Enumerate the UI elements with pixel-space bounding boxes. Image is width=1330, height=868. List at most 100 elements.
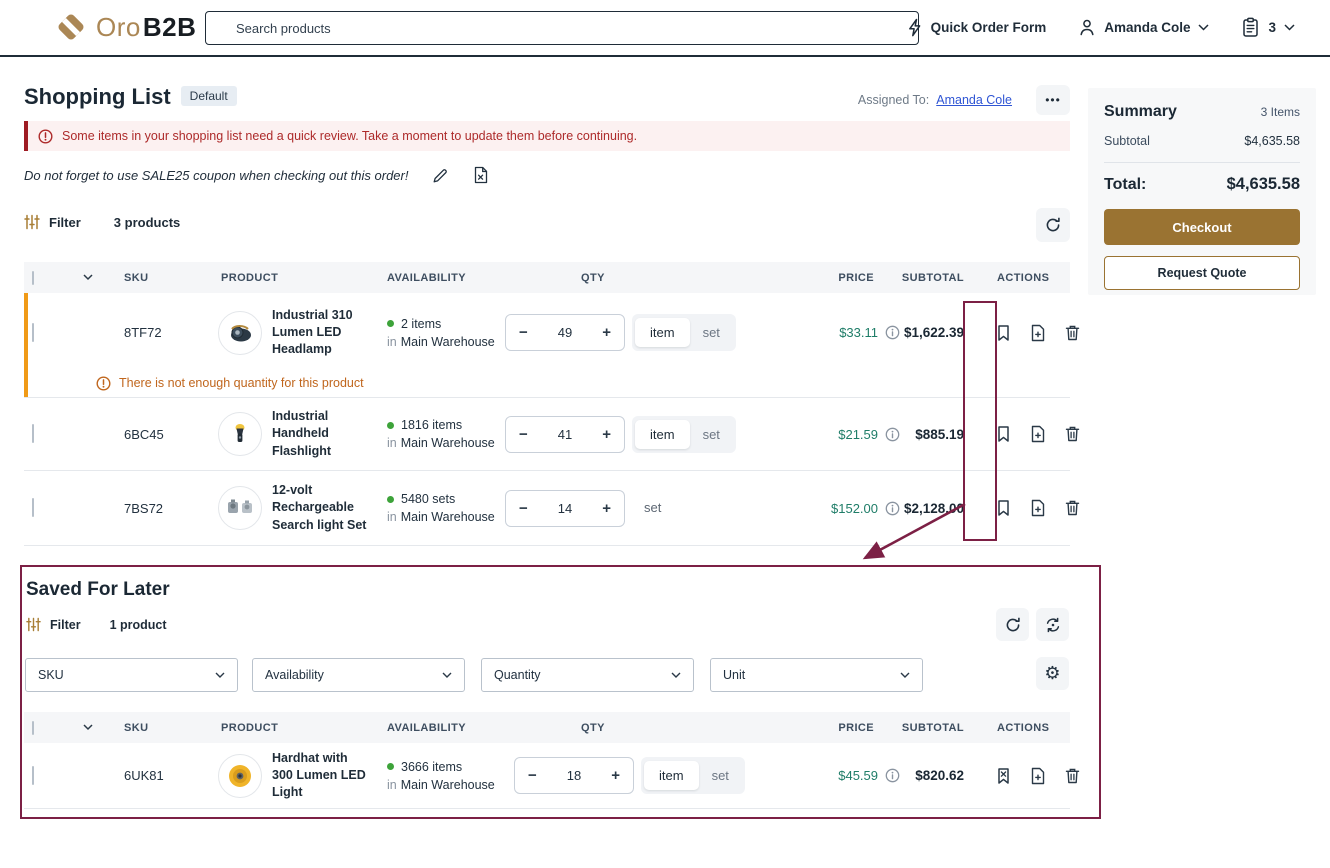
quantity-stepper: − 49 + [505,314,625,351]
chevron-down-icon [1284,24,1295,31]
remove-note-file-x-icon[interactable] [473,166,489,184]
cart-count: 3 [1268,20,1276,35]
qty-value[interactable]: 49 [558,325,572,340]
qty-value[interactable]: 41 [558,427,572,442]
price-info-icon[interactable] [885,427,900,442]
filter-button[interactable]: Filter [50,618,81,632]
gear-icon[interactable]: ⚙ [1036,657,1069,690]
brand-logo[interactable]: OroB2B [55,11,196,43]
account-menu[interactable]: Amanda Cole [1078,18,1209,37]
row-checkbox[interactable] [32,766,34,785]
summary-items-count: 3 Items [1261,105,1300,119]
table-row: 7BS72 12-volt Rechargeable Search light … [24,471,1070,546]
summary-total-value: $4,635.58 [1227,175,1300,194]
error-circle-icon [38,129,53,144]
edit-pencil-icon[interactable] [432,167,449,184]
qty-minus-button[interactable]: − [519,501,528,516]
unit-item-option[interactable]: item [635,318,690,347]
product-name[interactable]: Industrial Handheld Flashlight [272,408,369,460]
product-name[interactable]: 12-volt Rechargeable Search light Set [272,482,369,534]
table-row: 8TF72 Industrial 310 Lumen LED Headlamp … [24,293,1070,398]
sync-button[interactable] [1036,608,1069,641]
col-subtotal: SUBTOTAL [900,272,964,284]
row-price: $152.00 [831,501,878,516]
add-note-file-plus-icon[interactable] [1030,425,1046,443]
mass-action-chevron-icon[interactable] [68,274,100,281]
add-note-file-plus-icon[interactable] [1030,499,1046,517]
refresh-button[interactable] [1036,208,1070,242]
delete-trash-icon[interactable] [1064,767,1081,785]
delete-trash-icon[interactable] [1064,499,1081,517]
assigned-to-link[interactable]: Amanda Cole [936,93,1012,107]
page-title-text: Shopping List [24,84,171,109]
filter-dropdown-sku[interactable]: SKU [25,658,238,692]
refresh-button[interactable] [996,608,1029,641]
col-price: PRICE [772,272,900,284]
in-stock-dot [387,320,394,327]
row-sku: 6UK81 [100,768,195,783]
price-info-icon[interactable] [885,501,900,516]
chevron-down-icon [442,672,452,679]
qty-value[interactable]: 14 [558,501,572,516]
warning-circle-icon [96,376,111,391]
quick-order-form-link[interactable]: Quick Order Form [906,18,1047,37]
qty-plus-button[interactable]: + [602,325,611,340]
delete-trash-icon[interactable] [1064,425,1081,443]
qty-minus-button[interactable]: − [528,768,537,783]
request-quote-button[interactable]: Request Quote [1104,256,1300,290]
summary-title: Summary [1104,103,1177,121]
more-actions-button[interactable]: ••• [1036,85,1070,115]
cart-menu[interactable]: 3 [1241,17,1295,38]
row-sku: 8TF72 [100,325,195,340]
filter-dropdown-unit[interactable]: Unit [710,658,923,692]
filter-button[interactable]: Filter [49,215,81,230]
checkout-button[interactable]: Checkout [1104,209,1300,245]
unit-set-option[interactable]: set [690,420,733,449]
qty-minus-button[interactable]: − [519,325,528,340]
save-for-later-bookmark-icon[interactable] [995,425,1012,443]
unit-set-option[interactable]: set [699,761,742,790]
add-note-file-plus-icon[interactable] [1030,767,1046,785]
select-all-checkbox[interactable] [32,721,34,735]
row-checkbox[interactable] [32,424,34,443]
product-name[interactable]: Hardhat with 300 Lumen LED Light [272,750,369,802]
price-info-icon[interactable] [885,325,900,340]
summary-subtotal-value: $4,635.58 [1244,134,1300,148]
qty-plus-button[interactable]: + [611,768,620,783]
delete-trash-icon[interactable] [1064,324,1081,342]
save-for-later-bookmark-icon[interactable] [995,499,1012,517]
filter-dropdown-availability[interactable]: Availability [252,658,465,692]
qty-minus-button[interactable]: − [519,427,528,442]
row-price: $45.59 [838,768,878,783]
product-name[interactable]: Industrial 310 Lumen LED Headlamp [272,307,369,359]
availability-cell: 5480 sets inMain Warehouse [369,492,505,524]
col-qty: QTY [505,722,632,734]
assigned-to-label: Assigned To: [858,93,929,107]
mass-action-chevron-icon[interactable] [68,724,100,731]
unit-set-option[interactable]: set [690,318,733,347]
select-all-checkbox[interactable] [32,271,34,285]
qty-plus-button[interactable]: + [602,501,611,516]
saved-table-header: SKU PRODUCT AVAILABILITY QTY PRICE SUBTO… [24,712,1070,743]
coupon-note-row: Do not forget to use SALE25 coupon when … [24,162,489,188]
save-for-later-bookmark-icon[interactable] [995,324,1012,342]
col-qty: QTY [505,272,632,284]
list-toolbar: Filter 3 products [24,214,180,230]
unit-item-option[interactable]: item [644,761,699,790]
search-input[interactable] [205,11,919,45]
unit-item-option[interactable]: item [635,420,690,449]
row-checkbox[interactable] [32,323,34,342]
filter-dropdown-quantity[interactable]: Quantity [481,658,694,692]
add-note-file-plus-icon[interactable] [1030,324,1046,342]
quantity-stepper: − 41 + [505,416,625,453]
qty-value[interactable]: 18 [567,768,581,783]
row-subtotal: $2,128.00 [900,501,964,516]
qty-plus-button[interactable]: + [602,427,611,442]
summary-subtotal-label: Subtotal [1104,134,1150,148]
brand-logo-b2b: B2B [143,12,197,43]
row-checkbox[interactable] [32,498,34,517]
top-nav: Quick Order Form Amanda Cole 3 [906,0,1295,55]
remove-saved-bookmark-x-icon[interactable] [995,767,1012,785]
price-info-icon[interactable] [885,768,900,783]
chevron-down-icon [215,672,225,679]
